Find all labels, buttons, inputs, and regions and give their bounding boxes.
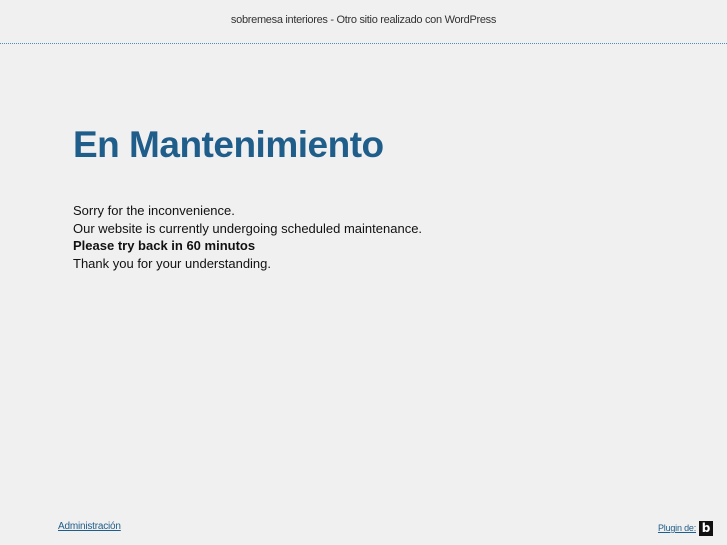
message-line-retry: Please try back in 60 minutos [73,238,256,253]
message-line-thanks: Thank you for your understanding. [73,255,272,271]
message-line-apology: Sorry for the inconvenience. [73,203,235,218]
maintenance-message: Sorry for the inconvenience. Our website… [73,202,693,272]
site-header: sobremesa interiores - Otro sitio realiz… [0,0,727,44]
page-title: En Mantenimiento [73,124,384,165]
maintenance-content: En Mantenimiento Sorry for the inconveni… [73,124,693,272]
plugin-credit[interactable]: Plugin de: b [658,520,713,536]
message-line-maintenance: Our website is currently undergoing sche… [73,220,423,236]
site-title[interactable]: sobremesa interiores - Otro sitio realiz… [231,14,496,26]
plugin-logo-icon[interactable]: b [699,520,713,536]
plugin-credit-label[interactable]: Plugin de: [658,523,696,533]
admin-link[interactable]: Administración [58,521,121,532]
